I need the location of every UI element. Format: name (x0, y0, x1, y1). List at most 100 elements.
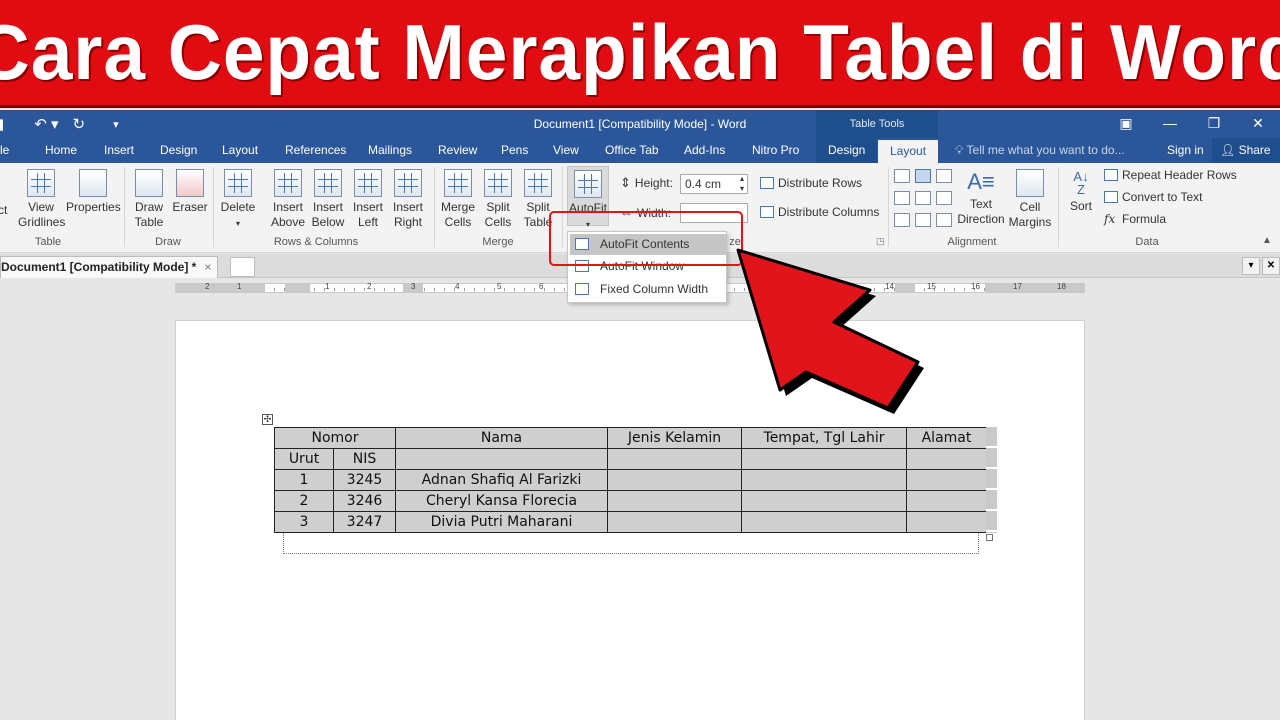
merge-cells-button[interactable]: Merge Cells (438, 169, 478, 230)
header-cell[interactable]: Nama (395, 427, 608, 449)
table-cell[interactable]: 3246 (333, 490, 396, 512)
insert-above-button[interactable]: Insert Above (268, 169, 308, 230)
table-move-handle-icon[interactable]: ✣ (262, 414, 273, 425)
customize-toolbar-icon[interactable]: ▾ (113, 118, 119, 131)
restore-button[interactable]: ❐ (1192, 110, 1236, 138)
insert-left-icon (354, 169, 382, 197)
tab-design[interactable]: Design (160, 143, 197, 157)
tab-references[interactable]: References (285, 143, 346, 157)
header-cell[interactable]: Alamat (906, 427, 987, 449)
table-cell[interactable]: 1 (274, 469, 334, 491)
table-cell[interactable] (741, 469, 907, 491)
table-cell[interactable] (395, 448, 608, 470)
table-cell[interactable] (607, 511, 742, 533)
spinner-icon[interactable]: ▴ ▾ (740, 174, 744, 194)
table-cell[interactable] (906, 490, 987, 512)
ribbon-display-options-icon[interactable]: ▣ (1104, 110, 1148, 138)
insert-right-button[interactable]: Insert Right (388, 169, 428, 230)
save-icon[interactable]: ▮ (0, 115, 4, 133)
delete-button[interactable]: Delete ▾ (218, 169, 258, 231)
eraser-button[interactable]: Eraser (172, 169, 208, 215)
new-tab-button[interactable] (230, 257, 255, 277)
table-cell[interactable] (906, 469, 987, 491)
align-center-right-icon[interactable] (936, 191, 952, 205)
align-bottom-right-icon[interactable] (936, 213, 952, 227)
tab-view[interactable]: View (553, 143, 579, 157)
align-top-right-icon[interactable] (936, 169, 952, 183)
tab-insert[interactable]: Insert (104, 143, 134, 157)
tab-list-dropdown-icon[interactable]: ▾ (1242, 257, 1260, 275)
align-center-icon[interactable] (915, 191, 931, 205)
repeat-header-rows-button[interactable]: Repeat Header Rows (1104, 168, 1237, 182)
table-cell[interactable] (607, 469, 742, 491)
split-cells-button[interactable]: Split Cells (478, 169, 518, 230)
tab-mailings[interactable]: Mailings (368, 143, 412, 157)
align-bottom-left-icon[interactable] (894, 213, 910, 227)
table-cell[interactable]: 3 (274, 511, 334, 533)
collapse-ribbon-icon[interactable]: ▲ (1262, 235, 1272, 246)
header-cell[interactable]: Tempat, Tgl Lahir (741, 427, 907, 449)
insert-below-button[interactable]: Insert Below (308, 169, 348, 230)
table-cell[interactable]: Divia Putri Maharani (395, 511, 608, 533)
student-table[interactable]: Nomor Nama Jenis Kelamin Tempat, Tgl Lah… (274, 427, 987, 533)
row-end-markers (986, 427, 997, 533)
close-button[interactable]: ✕ (1236, 110, 1280, 138)
table-cell[interactable]: 3247 (333, 511, 396, 533)
tab-file[interactable]: le (0, 143, 9, 157)
text-direction-button[interactable]: A≡ Text Direction (956, 167, 1006, 227)
dialog-launcher-icon[interactable]: ◳ (876, 236, 885, 247)
table-cell[interactable]: 2 (274, 490, 334, 512)
table-cell[interactable]: Cheryl Kansa Florecia (395, 490, 608, 512)
table-cell[interactable] (607, 448, 742, 470)
header-cell[interactable]: Jenis Kelamin (607, 427, 742, 449)
header-cell[interactable]: Nomor (274, 427, 396, 449)
undo-icon[interactable]: ↶ ▾ (34, 115, 58, 133)
tab-office-tab[interactable]: Office Tab (605, 143, 659, 157)
align-center-left-icon[interactable] (894, 191, 910, 205)
height-input[interactable]: 0.4 cm ▴ ▾ (680, 174, 748, 194)
table-cell[interactable] (741, 448, 907, 470)
share-button[interactable]: 👤︎ Share (1212, 138, 1280, 163)
subheader-cell[interactable]: NIS (333, 448, 396, 470)
convert-to-text-button[interactable]: Convert to Text (1104, 190, 1202, 204)
distribute-columns-button[interactable]: Distribute Columns (760, 205, 879, 219)
sign-in-link[interactable]: Sign in (1167, 143, 1204, 157)
insert-left-button[interactable]: Insert Left (348, 169, 388, 230)
table-cell[interactable] (906, 448, 987, 470)
distribute-rows-button[interactable]: Distribute Rows (760, 176, 862, 190)
view-gridlines-button[interactable]: View Gridlines (18, 169, 65, 230)
tab-pens[interactable]: Pens (501, 143, 528, 157)
text-direction-icon: A≡ (967, 169, 995, 194)
table-cell[interactable] (607, 490, 742, 512)
table-cell[interactable] (741, 511, 907, 533)
formula-button[interactable]: fx Formula (1104, 212, 1166, 226)
close-all-icon[interactable]: ✕ (1262, 257, 1280, 275)
properties-button[interactable]: Properties (66, 169, 121, 215)
table-cell[interactable] (741, 490, 907, 512)
align-top-left-icon[interactable] (894, 169, 910, 183)
table-cell[interactable]: Adnan Shafiq Al Farizki (395, 469, 608, 491)
minimize-button[interactable]: — (1148, 110, 1192, 138)
align-bottom-center-icon[interactable] (915, 213, 931, 227)
menu-item-fixed-column-width[interactable]: Fixed Column Width (570, 279, 726, 300)
tab-add-ins[interactable]: Add-Ins (684, 143, 725, 157)
cell-margins-button[interactable]: Cell Margins (1007, 169, 1053, 230)
redo-icon[interactable]: ↻ (73, 115, 86, 133)
select-button[interactable]: ct (0, 203, 7, 218)
subheader-cell[interactable]: Urut (274, 448, 334, 470)
tab-layout[interactable]: Layout (222, 143, 258, 157)
table-resize-handle-icon[interactable] (986, 534, 993, 541)
tab-table-design[interactable]: Design (816, 138, 878, 163)
tab-review[interactable]: Review (438, 143, 477, 157)
tab-home[interactable]: Home (45, 143, 77, 157)
draw-table-button[interactable]: Draw Table (131, 169, 167, 230)
align-top-center-icon[interactable] (915, 169, 931, 183)
sort-button[interactable]: A↓ Z Sort (1063, 167, 1099, 214)
table-cell[interactable] (906, 511, 987, 533)
table-cell[interactable]: 3245 (333, 469, 396, 491)
document-tab-active[interactable]: Document1 [Compatibility Mode] * × (0, 256, 219, 278)
tell-me-search[interactable]: 💡︎ Tell me what you want to do... (955, 143, 1125, 158)
tab-table-layout[interactable]: Layout (878, 140, 939, 163)
close-tab-icon[interactable]: × (204, 260, 211, 274)
tab-nitro-pro[interactable]: Nitro Pro (752, 143, 799, 157)
